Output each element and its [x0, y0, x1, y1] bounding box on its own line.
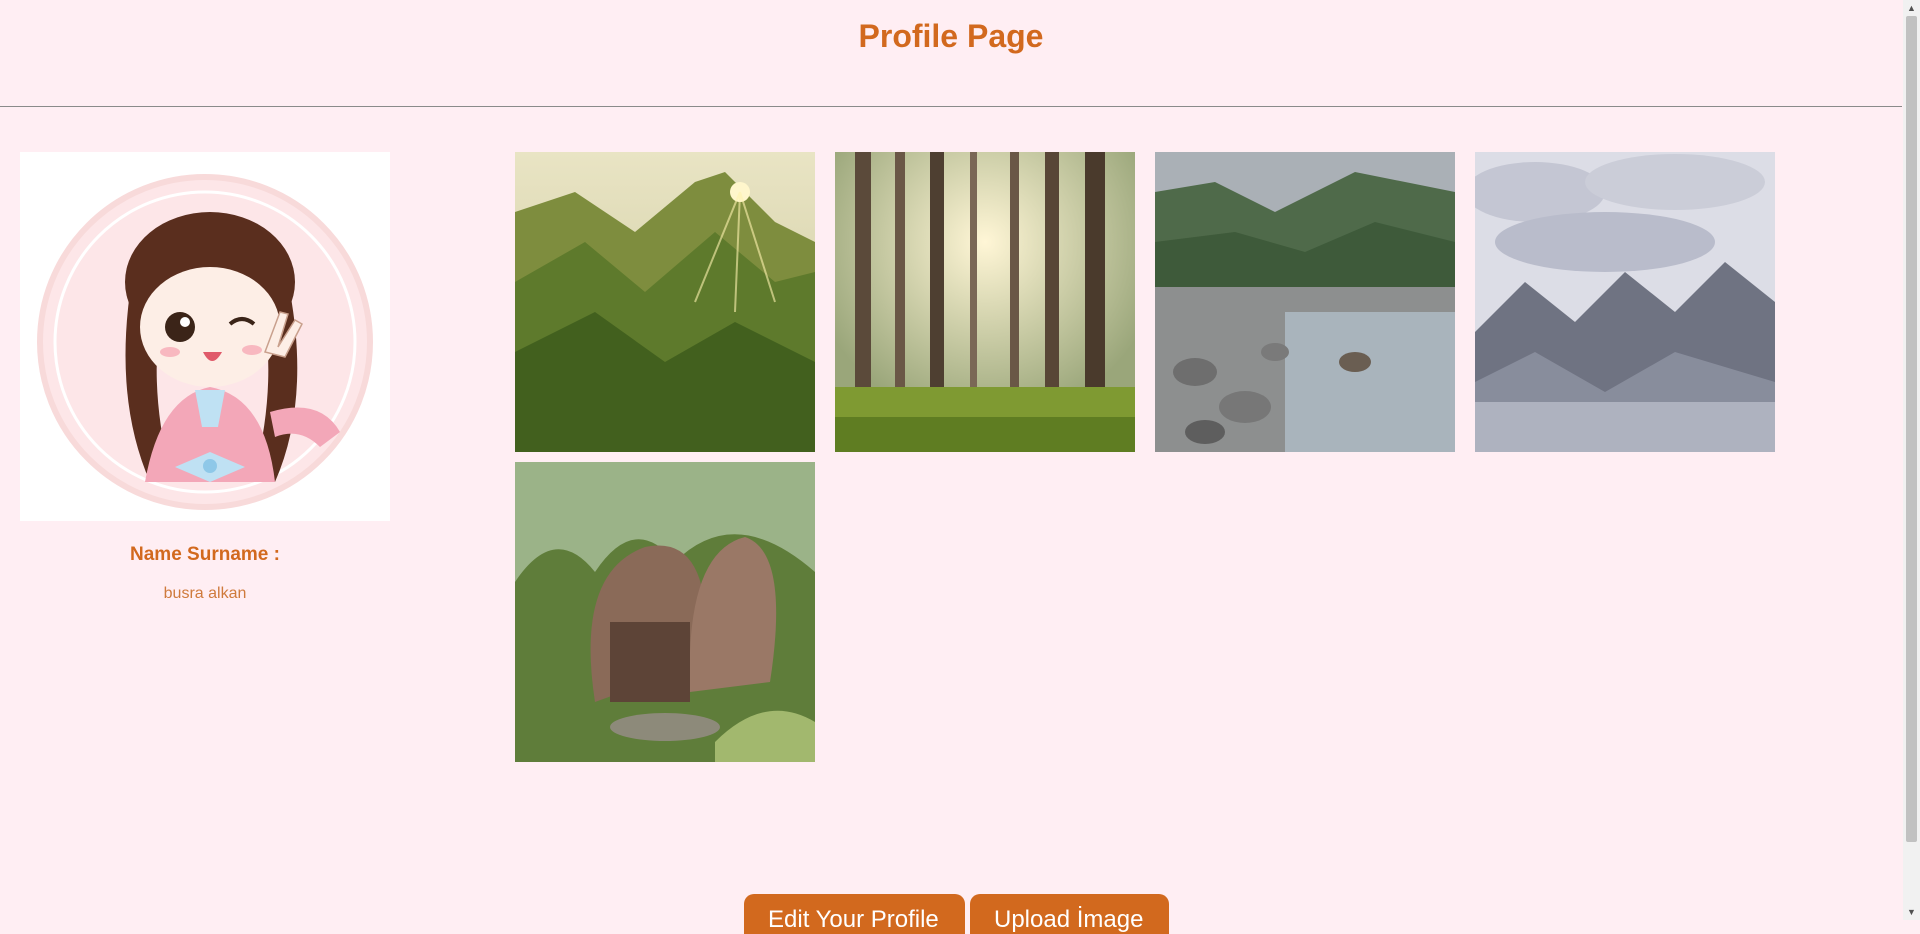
page-title: Profile Page	[858, 18, 1044, 54]
gallery-image-forest[interactable]	[835, 152, 1135, 452]
name-label: Name Surname :	[130, 544, 280, 565]
gallery-image-foggy-peaks[interactable]	[1475, 152, 1775, 452]
gallery-image-river[interactable]	[1155, 152, 1455, 452]
avatar	[20, 152, 390, 521]
upload-image-button[interactable]: Upload İmage	[970, 894, 1169, 934]
gallery-image-mountains[interactable]	[515, 152, 815, 452]
scroll-up-icon[interactable]: ▲	[1903, 0, 1920, 16]
name-value: busra alkan	[163, 585, 247, 602]
scrollbar-thumb[interactable]	[1906, 16, 1917, 842]
edit-profile-button[interactable]: Edit Your Profile	[744, 894, 965, 934]
gallery-image-jungle-house[interactable]	[515, 462, 815, 762]
scroll-down-icon[interactable]: ▼	[1903, 904, 1920, 920]
header-divider	[0, 106, 1902, 107]
vertical-scrollbar[interactable]: ▲ ▼	[1903, 0, 1920, 920]
